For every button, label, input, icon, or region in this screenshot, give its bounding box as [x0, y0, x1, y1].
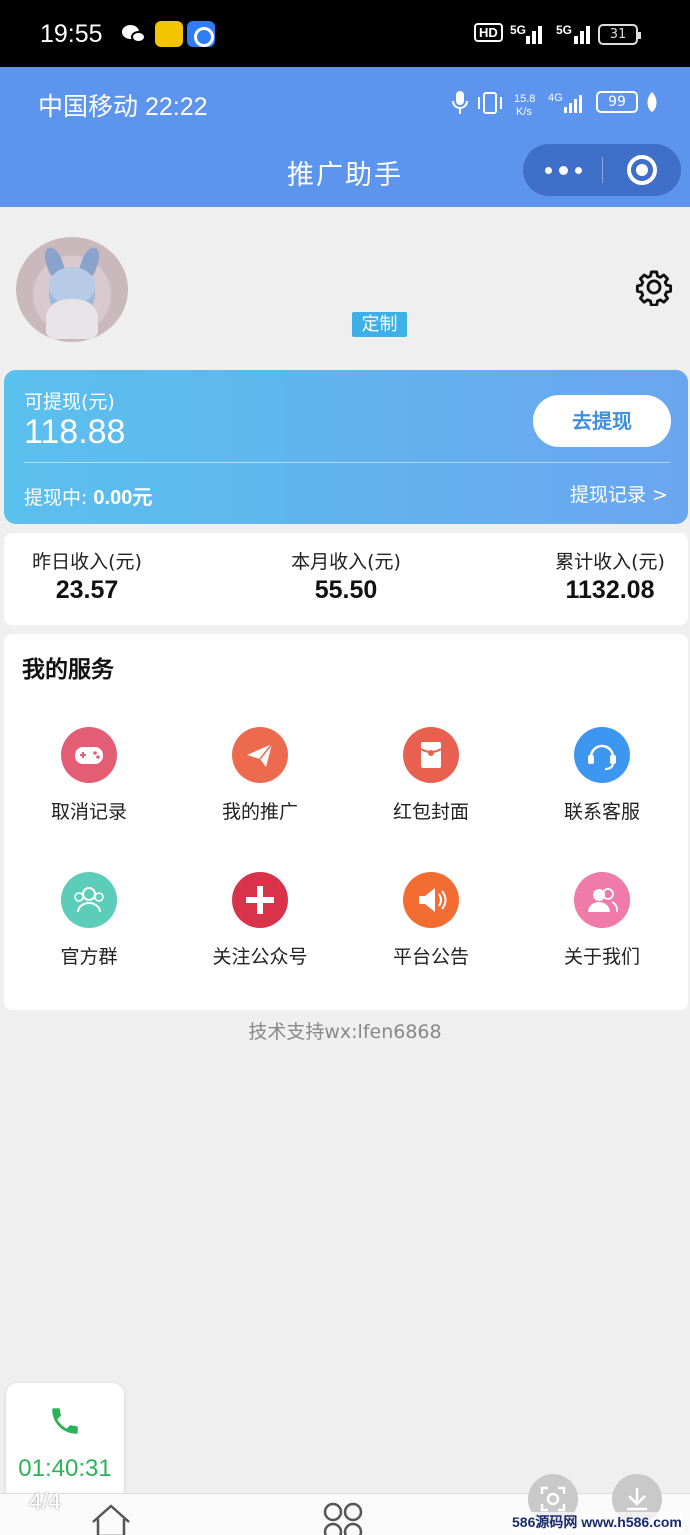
- svg-text:4G: 4G: [548, 92, 563, 104]
- people-icon: [574, 872, 630, 928]
- plus-icon: [232, 872, 288, 928]
- service-about-us[interactable]: 关于我们: [532, 872, 672, 969]
- watermark: 586源码网 www.h586.com: [512, 1512, 682, 1532]
- signal-icon-1: [512, 24, 542, 44]
- stat-label: 本月收入(元): [291, 551, 401, 573]
- stat-label: 昨日收入(元): [32, 551, 142, 573]
- svg-text:K/s: K/s: [516, 106, 532, 117]
- stat-value: 23.57: [55, 576, 119, 604]
- apps-icon[interactable]: [320, 1500, 366, 1535]
- service-official-group[interactable]: 官方群: [19, 872, 159, 969]
- gear-icon[interactable]: [635, 268, 673, 306]
- service-announcement[interactable]: 平台公告: [361, 872, 501, 969]
- pending-withdraw: 提现中: 0.00元: [24, 481, 152, 510]
- gamepad-icon: [61, 727, 117, 783]
- service-my-promotion[interactable]: 我的推广: [190, 727, 330, 824]
- inner-status-icons: 15.8 K/s 4G: [452, 89, 592, 118]
- red-envelope-icon: [403, 727, 459, 783]
- battery-icon: 31: [598, 24, 641, 45]
- service-label: 关注公众号: [212, 946, 308, 968]
- signal-icon-2: [560, 24, 590, 44]
- stat-yesterday: 昨日收入(元) 23.57: [22, 547, 152, 605]
- more-menu-button[interactable]: [545, 144, 585, 196]
- leaf-icon: [647, 92, 657, 112]
- capsule-menu: [523, 144, 681, 196]
- service-label: 红包封面: [392, 801, 469, 823]
- my-services-panel: 我的服务 取消记录 我的推广 红包封面 联系客服 官方群 关注公众号 平台公告 …: [4, 634, 688, 1010]
- group-icon: [61, 872, 117, 928]
- page-indicator: 4/4: [29, 1488, 61, 1514]
- withdraw-card: 可提现(元) 118.88 去提现 提现中: 0.00元 提现记录 >: [4, 370, 688, 524]
- service-label: 取消记录: [50, 801, 127, 823]
- service-customer-support[interactable]: 联系客服: [532, 727, 672, 824]
- tech-support-text: 技术支持wx:lfen6868: [248, 1021, 442, 1043]
- paper-plane-icon: [232, 727, 288, 783]
- service-red-envelope[interactable]: 红包封面: [361, 727, 501, 824]
- svg-text:15.8: 15.8: [514, 93, 535, 105]
- capsule-divider: [602, 157, 603, 183]
- service-label: 关于我们: [563, 946, 640, 968]
- service-label: 我的推广: [221, 801, 298, 823]
- withdrawable-amount: 118.88: [24, 413, 126, 451]
- withdraw-record-link[interactable]: 提现记录 >: [570, 480, 668, 507]
- carrier-time: 中国移动 22:22: [38, 93, 208, 121]
- baidu-icon: [187, 21, 215, 47]
- services-title: 我的服务: [22, 657, 114, 683]
- speaker-icon: [403, 872, 459, 928]
- service-cancel-record[interactable]: 取消记录: [19, 727, 159, 824]
- headset-icon: [574, 727, 630, 783]
- pending-amount: 0.00元: [93, 487, 153, 509]
- avatar[interactable]: [16, 237, 128, 342]
- status-badge: 定制: [352, 312, 407, 337]
- home-icon[interactable]: [90, 1502, 132, 1535]
- close-target-button[interactable]: [627, 155, 657, 185]
- mic-vibrate-signal-icon: 15.8 K/s 4G: [452, 91, 582, 118]
- phone-icon: [52, 1408, 78, 1434]
- hd-icon: HD: [474, 23, 503, 42]
- stat-month: 本月收入(元) 55.50: [281, 547, 411, 605]
- call-duration: 01:40:31: [18, 1455, 112, 1482]
- card-divider: [24, 462, 670, 463]
- stat-label: 累计收入(元): [555, 551, 665, 573]
- mini-program-header: 中国移动 22:22 15.8 K/s 4G 99 推广助手: [0, 67, 690, 207]
- stat-total: 累计收入(元) 1132.08: [545, 547, 675, 605]
- pending-label: 提现中:: [24, 487, 88, 509]
- call-floating-window[interactable]: 01:40:31: [6, 1383, 124, 1501]
- withdrawable-label: 可提现(元): [24, 391, 115, 413]
- income-stats: 昨日收入(元) 23.57 本月收入(元) 55.50 累计收入(元) 1132…: [4, 533, 688, 625]
- system-status-bar: 19:55 HD 5G 5G 31: [0, 0, 690, 67]
- service-label: 平台公告: [392, 946, 469, 968]
- stat-value: 1132.08: [565, 576, 655, 604]
- service-label: 官方群: [60, 946, 118, 968]
- system-time: 19:55: [40, 20, 103, 48]
- app-notification-icon: [155, 21, 183, 47]
- stat-value: 55.50: [314, 576, 378, 604]
- withdraw-button[interactable]: 去提现: [533, 395, 671, 447]
- wechat-icon: [120, 21, 150, 47]
- service-label: 联系客服: [563, 801, 640, 823]
- inner-battery-icon: 99: [596, 91, 638, 113]
- service-follow-account[interactable]: 关注公众号: [190, 872, 330, 969]
